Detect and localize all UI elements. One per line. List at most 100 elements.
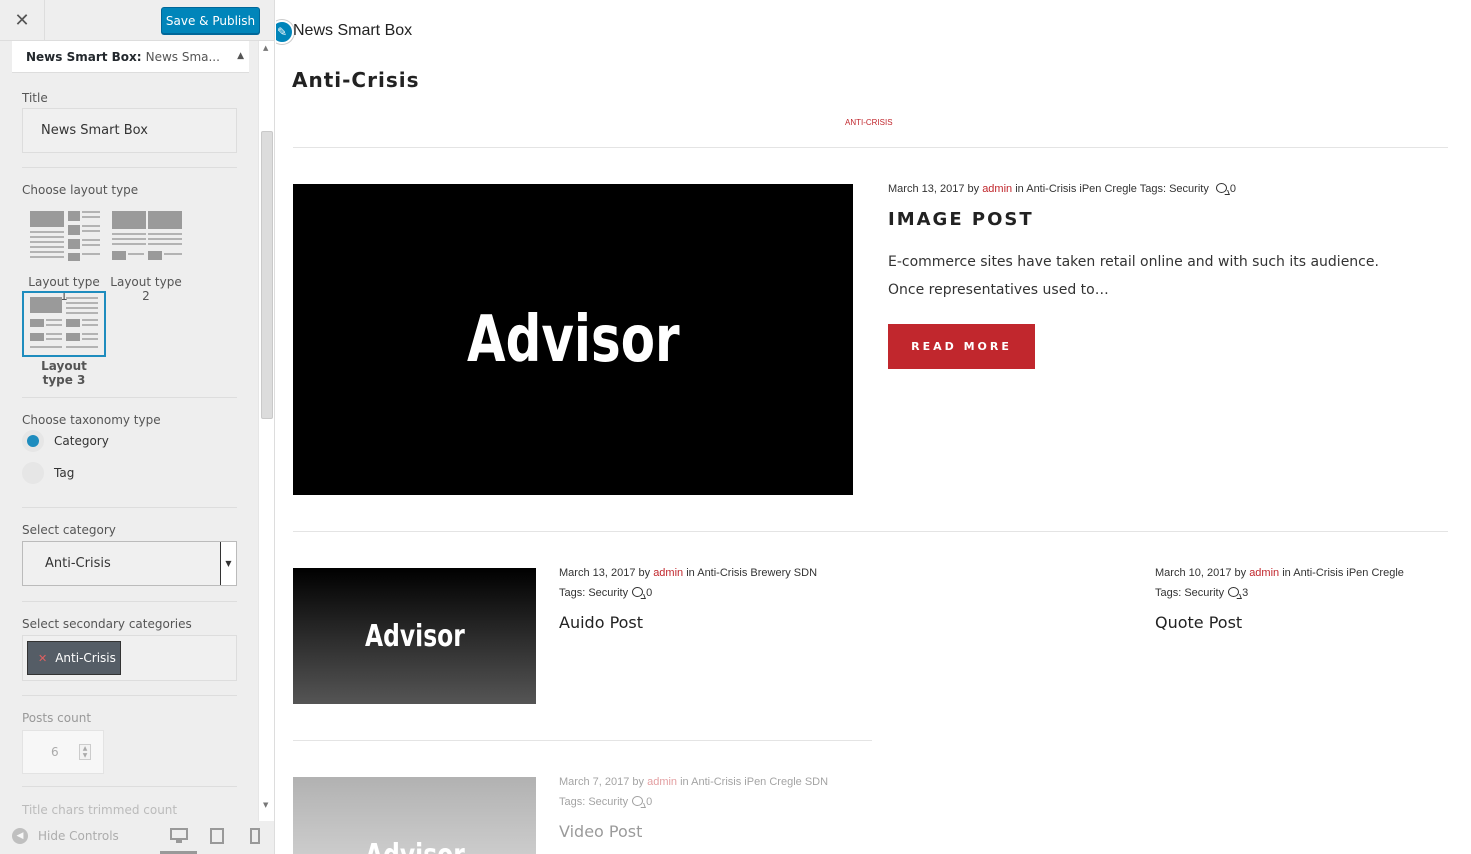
hide-controls-button[interactable]: ◀ Hide Controls: [12, 828, 119, 844]
post-author-link[interactable]: admin: [982, 183, 1012, 195]
post-date: March 13, 2017: [559, 567, 636, 579]
scroll-thumb[interactable]: [261, 131, 273, 419]
scroll-up-icon[interactable]: ▲: [263, 44, 268, 52]
category-tab[interactable]: ANTI-CRISIS: [845, 118, 893, 127]
post-thumbnail[interactable]: Advisor: [293, 568, 536, 704]
post-meta: March 10, 2017 by admin in Anti-Crisis i…: [1155, 567, 1404, 579]
post-date: March 10, 2017: [1155, 567, 1232, 579]
comment-icon: [1228, 587, 1240, 597]
category-selected-value: Anti-Crisis: [45, 556, 111, 571]
comment-icon: [1215, 183, 1227, 193]
secondary-categories-label: Select secondary categories: [22, 617, 192, 631]
post-tags[interactable]: Tags: Security: [1155, 587, 1224, 599]
widget-section-header[interactable]: News Smart Box: News Sma... ▲: [12, 41, 249, 73]
post-tags[interactable]: Tags: Security: [559, 587, 628, 599]
divider: [22, 507, 237, 508]
category-label: Select category: [22, 523, 116, 537]
divider: [293, 740, 872, 741]
remove-chip-icon[interactable]: ✕: [38, 652, 47, 665]
post-date: March 13, 2017: [888, 183, 965, 195]
customizer-header: ✕ Save & Publish: [0, 0, 274, 41]
customizer-panel: ✕ Save & Publish News Smart Box: News Sm…: [0, 0, 275, 854]
featured-post-excerpt: E-commerce sites have taken retail onlin…: [888, 254, 1379, 298]
comment-icon: [632, 796, 644, 806]
comment-icon: [632, 587, 644, 597]
save-publish-button[interactable]: Save & Publish: [161, 7, 260, 34]
post-by: by: [967, 183, 980, 195]
layout-3-thumbnail: [22, 291, 106, 357]
comment-count: 3: [1242, 587, 1249, 599]
posts-count-value: 6: [51, 745, 59, 759]
layout-option-2[interactable]: Layout type 2: [106, 211, 186, 303]
post-categories[interactable]: in Anti-Crisis iPen Cregle: [1282, 567, 1404, 579]
thumb-logo-text: Advisor: [365, 838, 465, 854]
mobile-icon[interactable]: [246, 828, 264, 844]
layout-option-3[interactable]: Layout type 3: [22, 291, 106, 387]
divider: [293, 147, 1448, 148]
tablet-icon[interactable]: [208, 828, 226, 844]
post-date: March 7, 2017: [559, 776, 630, 788]
post-author-link[interactable]: admin: [653, 567, 683, 579]
divider: [293, 531, 1448, 532]
featured-post-image[interactable]: Advisor: [293, 184, 853, 495]
comment-count: 0: [646, 587, 653, 599]
post-tags[interactable]: Tags: Security: [1140, 183, 1209, 195]
section-subtitle: News Sma...: [145, 49, 220, 64]
post-thumbnail[interactable]: Advisor: [293, 777, 536, 854]
featured-post-title[interactable]: IMAGE POST: [888, 209, 1034, 230]
spinner-arrows-icon[interactable]: ▲ ▼: [79, 744, 91, 760]
post-title[interactable]: Quote Post: [1155, 613, 1242, 632]
radio-tag[interactable]: Tag: [22, 462, 74, 484]
thumb-logo-text: Advisor: [364, 618, 465, 654]
layout-label: Choose layout type: [22, 183, 139, 197]
divider: [22, 786, 237, 787]
post-author-link[interactable]: admin: [647, 776, 677, 788]
post-title[interactable]: Video Post: [559, 822, 642, 841]
radio-tag-label: Tag: [54, 466, 75, 480]
panel-scrollbar[interactable]: ▲ ▼: [258, 41, 274, 821]
post-by: by: [632, 776, 645, 788]
trim-count-label: Title chars trimmed count: [22, 803, 178, 817]
category-chip: ✕ Anti-Crisis: [27, 641, 121, 675]
divider: [22, 695, 237, 696]
divider: [22, 167, 237, 168]
divider: [22, 601, 237, 602]
posts-count-label: Posts count: [22, 711, 92, 725]
category-select[interactable]: Anti-Crisis ▼: [22, 541, 237, 586]
collapse-icon: ◀: [12, 828, 28, 844]
post-categories[interactable]: in Anti-Crisis iPen Cregle SDN: [680, 776, 828, 788]
secondary-categories-field[interactable]: ✕ Anti-Crisis: [22, 635, 237, 681]
post-by: by: [638, 567, 651, 579]
site-preview: ✎ News Smart Box Anti-Crisis ANTI-CRISIS…: [276, 0, 1471, 854]
post-author-link[interactable]: admin: [1249, 567, 1279, 579]
scroll-down-icon[interactable]: ▼: [263, 801, 268, 809]
post-tags-row: Tags: Security 0: [559, 796, 652, 808]
section-title-heading: Anti-Crisis: [292, 68, 420, 92]
controls-scroll-area: News Smart Box: News Sma... ▲ Title News…: [12, 41, 249, 821]
layout-2-thumbnail: [108, 211, 184, 269]
radio-button-checked[interactable]: [22, 430, 44, 452]
chevron-up-icon[interactable]: ▲: [237, 51, 244, 61]
post-title[interactable]: Auido Post: [559, 613, 643, 632]
post-tags[interactable]: Tags: Security: [559, 796, 628, 808]
read-more-button[interactable]: READ MORE: [888, 324, 1035, 369]
comment-count: 0: [646, 796, 653, 808]
customizer-footer: ◀ Hide Controls: [0, 821, 274, 854]
desktop-icon[interactable]: [170, 828, 188, 844]
divider: [22, 397, 237, 398]
post-categories[interactable]: in Anti-Crisis Brewery SDN: [686, 567, 817, 579]
layout-1-thumbnail: [26, 211, 102, 269]
chevron-down-icon[interactable]: ▼: [220, 542, 236, 585]
title-field[interactable]: News Smart Box: [22, 108, 237, 153]
radio-button[interactable]: [22, 462, 44, 484]
post-categories[interactable]: in Anti-Crisis iPen Cregle: [1015, 183, 1137, 195]
hide-controls-label: Hide Controls: [38, 829, 119, 843]
radio-category[interactable]: Category: [22, 430, 109, 452]
radio-category-label: Category: [54, 434, 109, 448]
close-icon[interactable]: ✕: [0, 0, 45, 41]
edit-pencil-icon[interactable]: ✎: [276, 20, 294, 44]
thumb-logo-text: Advisor: [466, 302, 680, 377]
layout-option-1[interactable]: Layout type 1: [24, 211, 104, 303]
chip-label: Anti-Crisis: [55, 651, 116, 665]
posts-count-stepper[interactable]: 6 ▲ ▼: [22, 730, 104, 774]
